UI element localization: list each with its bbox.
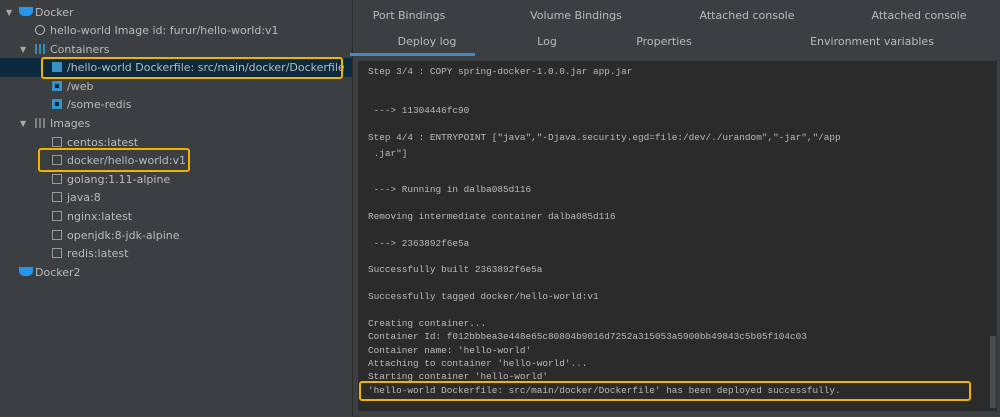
tab-port-bindings[interactable]: Port Bindings [373,9,446,22]
log-line: Container Id: f012bbbea3e448e65c80804b90… [368,331,807,342]
expand-arrow-icon[interactable]: ▼ [20,40,26,59]
log-line: Step 4/4 : ENTRYPOINT ["java","-Djava.se… [368,132,841,143]
tab-deploy-log[interactable]: Deploy log [398,35,457,48]
container-icon [52,99,62,109]
image-icon [52,192,62,202]
docker-icon [19,7,33,16]
deploy-log-console[interactable]: Step 3/4 : COPY spring-docker-1.0.0.jar … [358,61,997,411]
log-line: Attaching to container 'hello-world'... [368,358,588,369]
log-line: Successfully tagged docker/hello-world:v… [368,291,599,302]
log-line: ---> 2363892f6e5a [368,238,470,249]
tab-environment-variables[interactable]: Environment variables [810,35,934,48]
docker-icon [19,267,33,276]
tree-image[interactable]: openjdk:8-jdk-alpine [0,226,352,245]
tree-image-info[interactable]: hello-world Image id: furur/hello-world:… [0,21,352,40]
tab-attached-console-2[interactable]: Attached console [872,9,967,22]
log-line: ---> 11304446fc90 [368,105,470,116]
tree-image[interactable]: java:8 [0,188,352,207]
tab-bar: Port Bindings Volume Bindings Attached c… [353,0,1000,57]
log-line: .jar"] [368,148,408,159]
log-line: Container name: 'hello-world' [368,345,532,356]
images-icon [35,118,45,128]
highlight-box [38,148,190,172]
expand-arrow-icon[interactable]: ▼ [20,114,26,133]
image-icon [52,211,62,221]
tree-container-some-redis[interactable]: /some-redis [0,95,352,114]
tab-log[interactable]: Log [537,35,557,48]
tree-image[interactable]: golang:1.11-alpine [0,170,352,189]
tab-properties[interactable]: Properties [636,35,692,48]
log-line: Step 3/4 : COPY spring-docker-1.0.0.jar … [368,66,633,77]
image-icon [52,248,62,258]
docker-tree: ▼ Docker hello-world Image id: furur/hell… [0,0,353,417]
highlight-box [359,381,971,401]
image-icon [52,174,62,184]
tab-volume-bindings[interactable]: Volume Bindings [530,9,622,22]
highlight-box [41,57,343,79]
scrollbar[interactable] [990,336,996,408]
image-icon [52,230,62,240]
tree-docker[interactable]: ▼ Docker [0,3,352,22]
tree-container-web[interactable]: /web [0,77,352,96]
log-line: Successfully built 2363892f6e5a [368,264,543,275]
expand-arrow-icon[interactable]: ▼ [6,3,12,22]
stopped-icon [35,25,45,35]
containers-icon [35,44,45,54]
tree-docker2[interactable]: Docker2 [0,263,352,282]
active-tab-indicator [350,53,475,56]
tree-images[interactable]: ▼ Images [0,114,352,133]
log-line: Removing intermediate container dalba085… [368,211,616,222]
tab-attached-console[interactable]: Attached console [700,9,795,22]
tree-image[interactable]: redis:latest [0,244,352,263]
image-icon [52,137,62,147]
container-icon [52,81,62,91]
log-line: ---> Running in dalba085d116 [368,184,532,195]
tree-image[interactable]: nginx:latest [0,207,352,226]
log-line: Creating container... [368,318,487,329]
